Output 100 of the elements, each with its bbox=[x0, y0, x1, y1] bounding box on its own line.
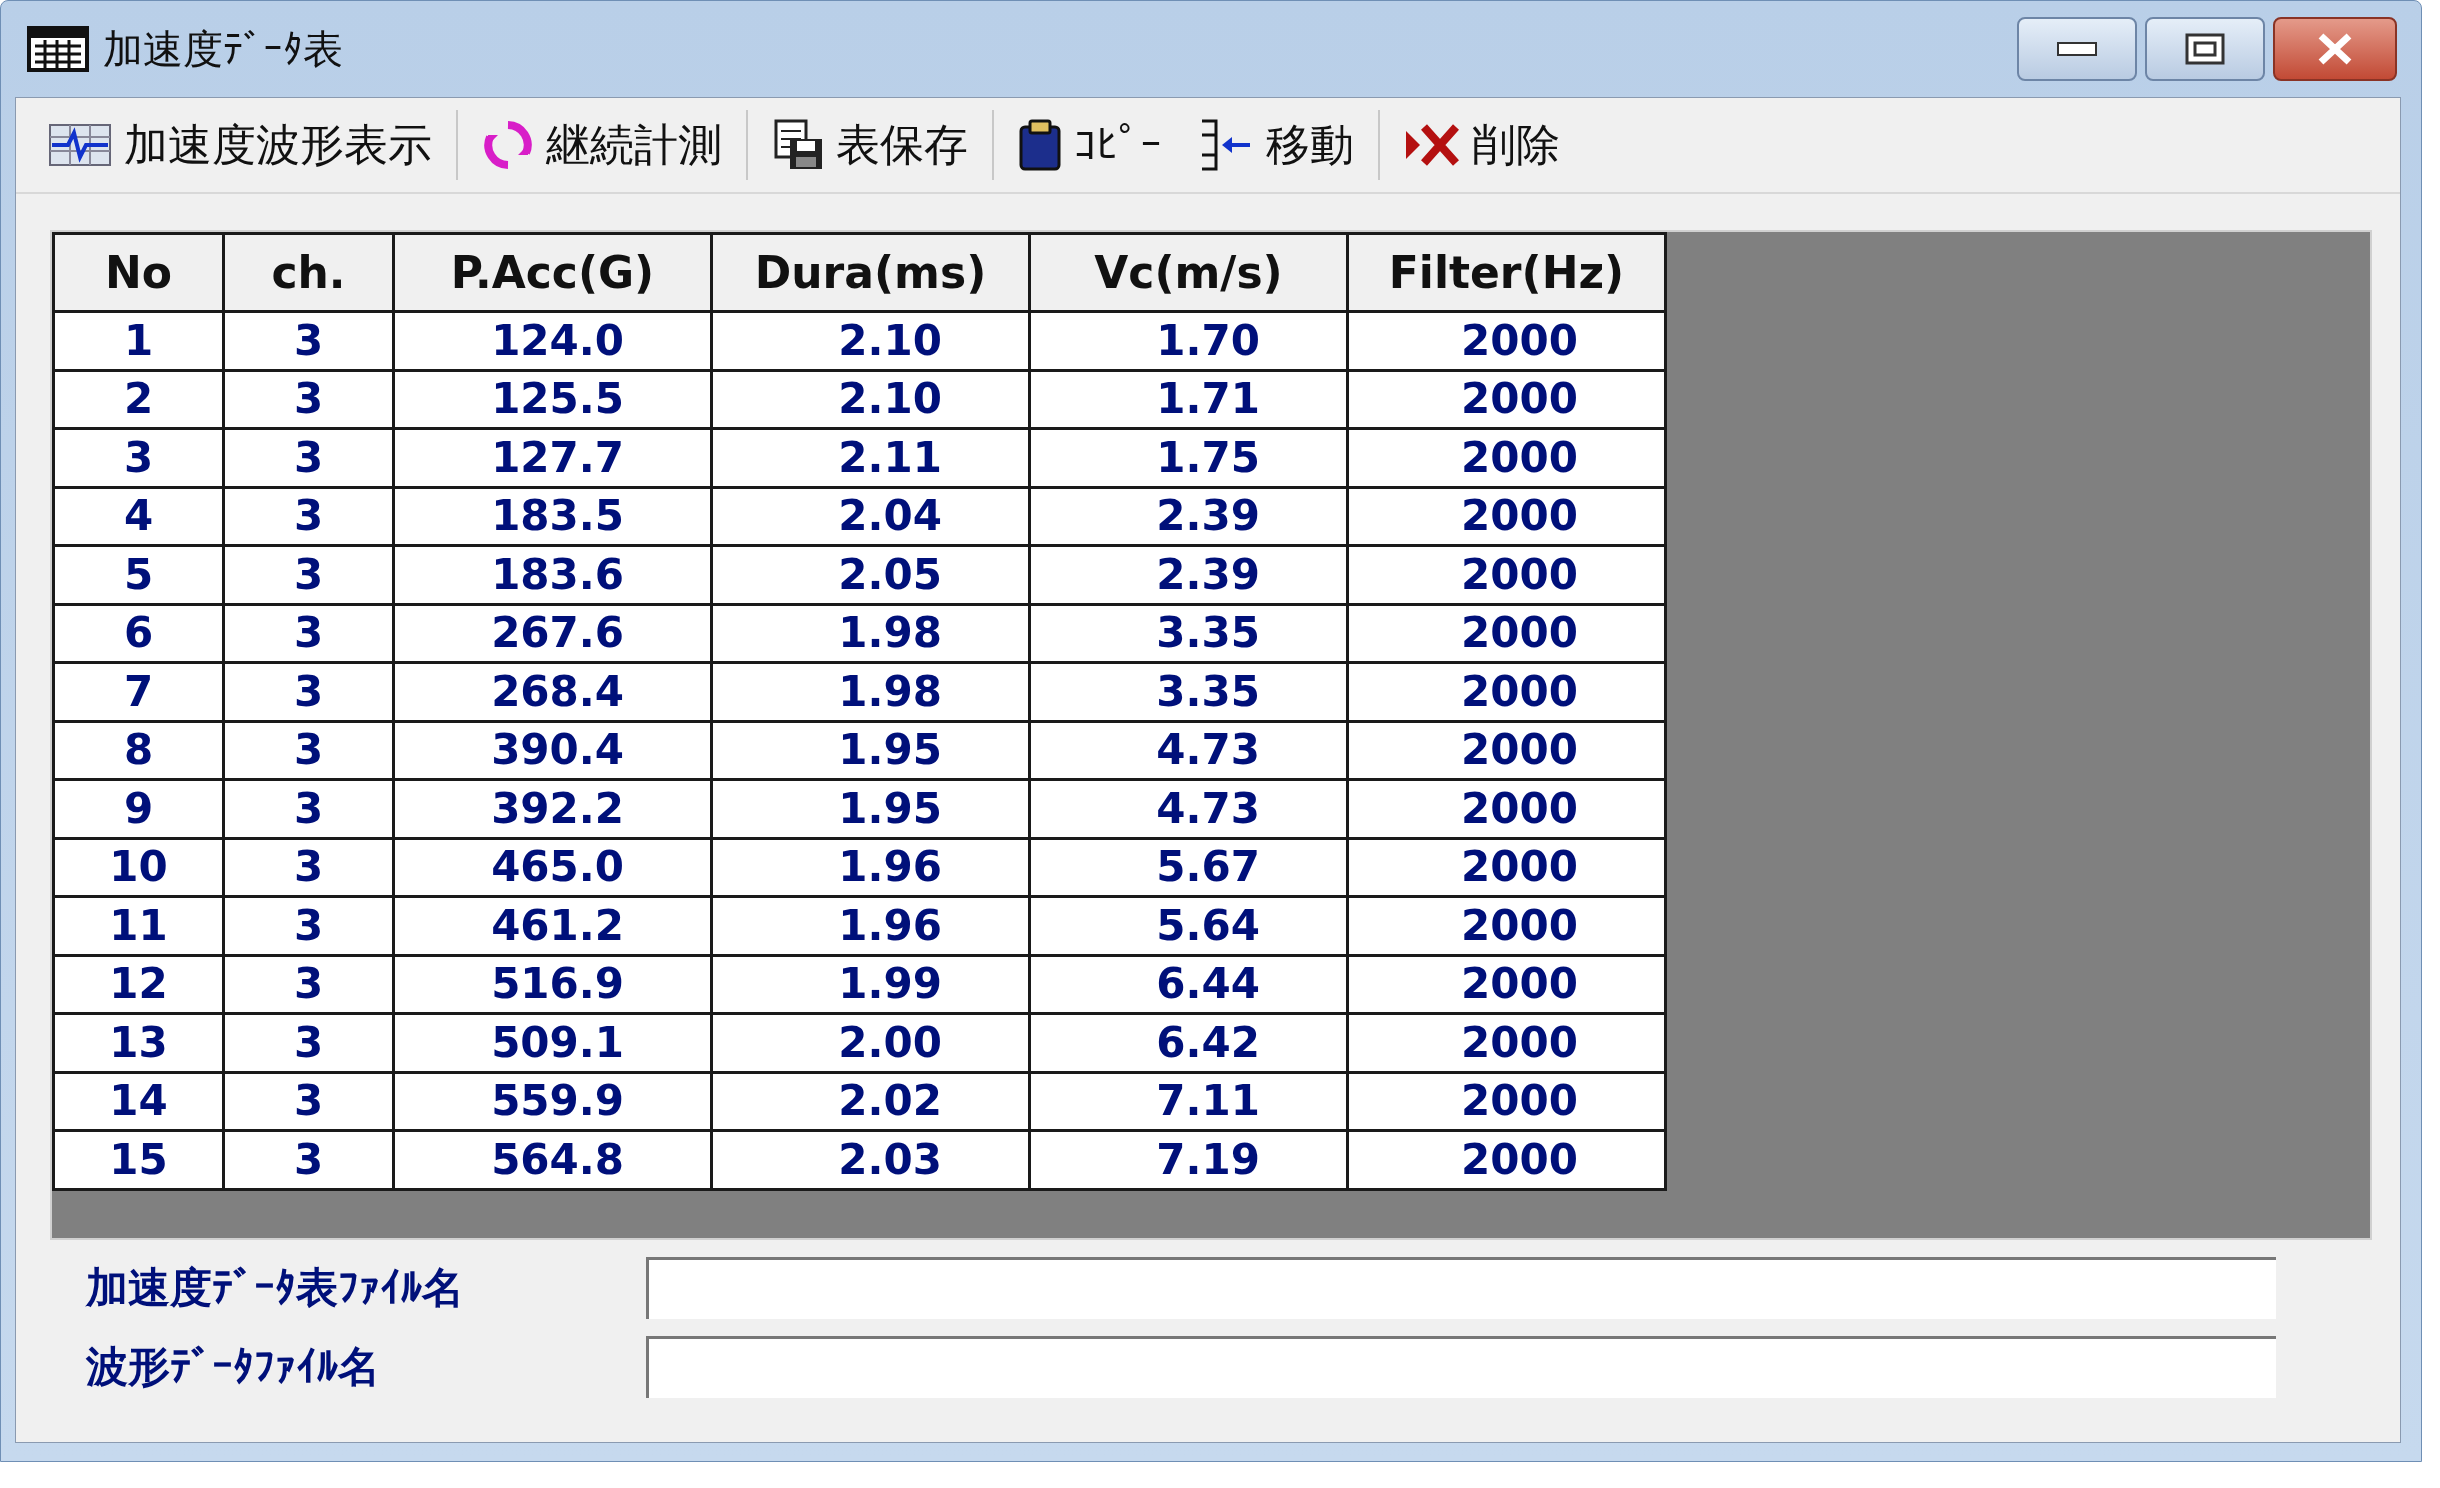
table-cell: 3 bbox=[223, 721, 394, 780]
table-cell: 2000 bbox=[1347, 487, 1666, 546]
table-cell: 2.03 bbox=[711, 1130, 1030, 1189]
maximize-icon bbox=[2185, 33, 2225, 65]
waveform-icon bbox=[48, 123, 112, 167]
table-cell: 127.7 bbox=[393, 428, 712, 487]
table-cell: 1.75 bbox=[1029, 428, 1348, 487]
table-cell: 2000 bbox=[1347, 896, 1666, 955]
table-cell: 2000 bbox=[1347, 662, 1666, 721]
table-cell: 2000 bbox=[1347, 1072, 1666, 1131]
table-cell: 13 bbox=[53, 1013, 224, 1072]
table-cell: 1.96 bbox=[711, 838, 1030, 897]
table-cell: 392.2 bbox=[393, 779, 712, 838]
input-field[interactable] bbox=[646, 1335, 2276, 1398]
table-cell: 9 bbox=[53, 779, 224, 838]
table-cell: 5.67 bbox=[1029, 838, 1348, 897]
input-field[interactable] bbox=[646, 1256, 2276, 1319]
table-cell: 1.70 bbox=[1029, 311, 1348, 370]
field-label: 波形ﾃﾞｰﾀﾌｧｲﾙ名 bbox=[86, 1341, 381, 1393]
table-cell: 4 bbox=[53, 487, 224, 546]
table-cell: 3 bbox=[223, 428, 394, 487]
table-cell: 2000 bbox=[1347, 779, 1666, 838]
toolbar-button[interactable]: 表保存 bbox=[754, 106, 986, 184]
table-cell: 1.71 bbox=[1029, 370, 1348, 429]
table-icon bbox=[27, 26, 89, 72]
table-cell: 3 bbox=[223, 311, 394, 370]
table-cell: 1.98 bbox=[711, 604, 1030, 663]
table-cell: 7 bbox=[53, 662, 224, 721]
table-cell: 2000 bbox=[1347, 955, 1666, 1014]
column-header: Vc(m/s) bbox=[1029, 233, 1348, 312]
table-cell: 6 bbox=[53, 604, 224, 663]
window-title: 加速度ﾃﾞｰﾀ表 bbox=[103, 25, 343, 74]
toolbar-button[interactable]: 継続計測 bbox=[464, 106, 740, 184]
minimize-button[interactable] bbox=[2017, 17, 2137, 81]
table-cell: 3 bbox=[223, 955, 394, 1014]
toolbar-button[interactable]: ｺﾋﾟｰ bbox=[1000, 106, 1180, 184]
table-cell: 124.0 bbox=[393, 311, 712, 370]
table-cell: 125.5 bbox=[393, 370, 712, 429]
table-cell: 5.64 bbox=[1029, 896, 1348, 955]
table-cell: 2.02 bbox=[711, 1072, 1030, 1131]
field-label: 加速度ﾃﾞｰﾀ表ﾌｧｲﾙ名 bbox=[86, 1262, 465, 1314]
minimize-icon bbox=[2057, 42, 2097, 56]
table-cell: 183.6 bbox=[393, 545, 712, 604]
table-cell: 4.73 bbox=[1029, 721, 1348, 780]
table-cell: 2.11 bbox=[711, 428, 1030, 487]
table-cell: 183.5 bbox=[393, 487, 712, 546]
table-cell: 3 bbox=[223, 370, 394, 429]
table-cell: 3.35 bbox=[1029, 604, 1348, 663]
table-cell: 2000 bbox=[1347, 1013, 1666, 1072]
column-header: ch. bbox=[223, 233, 394, 312]
table-cell: 11 bbox=[53, 896, 224, 955]
table-cell: 2000 bbox=[1347, 311, 1666, 370]
table-cell: 2000 bbox=[1347, 721, 1666, 780]
table-cell: 268.4 bbox=[393, 662, 712, 721]
table-cell: 3 bbox=[223, 1072, 394, 1131]
table-cell: 3 bbox=[223, 604, 394, 663]
delete-x-icon bbox=[1404, 123, 1460, 167]
table-cell: 2.10 bbox=[711, 370, 1030, 429]
column-header: No bbox=[53, 233, 224, 312]
table-cell: 14 bbox=[53, 1072, 224, 1131]
toolbar-button[interactable]: 加速度波形表示 bbox=[30, 106, 450, 184]
table-cell: 465.0 bbox=[393, 838, 712, 897]
table-cell: 1.99 bbox=[711, 955, 1030, 1014]
table-cell: 10 bbox=[53, 838, 224, 897]
table-cell: 509.1 bbox=[393, 1013, 712, 1072]
column-header: P.Acc(G) bbox=[393, 233, 712, 312]
table-cell: 3 bbox=[223, 545, 394, 604]
table-cell: 461.2 bbox=[393, 896, 712, 955]
table-cell: 2.05 bbox=[711, 545, 1030, 604]
table-cell: 564.8 bbox=[393, 1130, 712, 1189]
table-cell: 3 bbox=[53, 428, 224, 487]
column-header: Filter(Hz) bbox=[1347, 233, 1666, 312]
table-cell: 2000 bbox=[1347, 1130, 1666, 1189]
table-cell: 390.4 bbox=[393, 721, 712, 780]
table-cell: 3 bbox=[223, 1013, 394, 1072]
table-cell: 3 bbox=[223, 662, 394, 721]
close-button[interactable] bbox=[2273, 17, 2397, 81]
table-cell: 1.95 bbox=[711, 721, 1030, 780]
table-cell: 1.96 bbox=[711, 896, 1030, 955]
table-cell: 2 bbox=[53, 370, 224, 429]
table-cell: 4.73 bbox=[1029, 779, 1348, 838]
table-cell: 2.10 bbox=[711, 311, 1030, 370]
table-cell: 2.39 bbox=[1029, 487, 1348, 546]
toolbar-button[interactable]: 移動 bbox=[1180, 106, 1372, 184]
table-cell: 2.04 bbox=[711, 487, 1030, 546]
table-cell: 15 bbox=[53, 1130, 224, 1189]
maximize-button[interactable] bbox=[2145, 17, 2265, 81]
table-cell: 2.39 bbox=[1029, 545, 1348, 604]
toolbar-button[interactable]: 削除 bbox=[1386, 106, 1578, 184]
table-cell: 559.9 bbox=[393, 1072, 712, 1131]
table-cell: 2000 bbox=[1347, 370, 1666, 429]
table-cell: 3 bbox=[223, 838, 394, 897]
table-cell: 2000 bbox=[1347, 604, 1666, 663]
table-cell: 3 bbox=[223, 896, 394, 955]
floppy-disk-icon bbox=[772, 119, 824, 171]
table-cell: 267.6 bbox=[393, 604, 712, 663]
table-cell: 5 bbox=[53, 545, 224, 604]
table-cell: 3.35 bbox=[1029, 662, 1348, 721]
table-cell: 3 bbox=[223, 1130, 394, 1189]
table-cell: 12 bbox=[53, 955, 224, 1014]
